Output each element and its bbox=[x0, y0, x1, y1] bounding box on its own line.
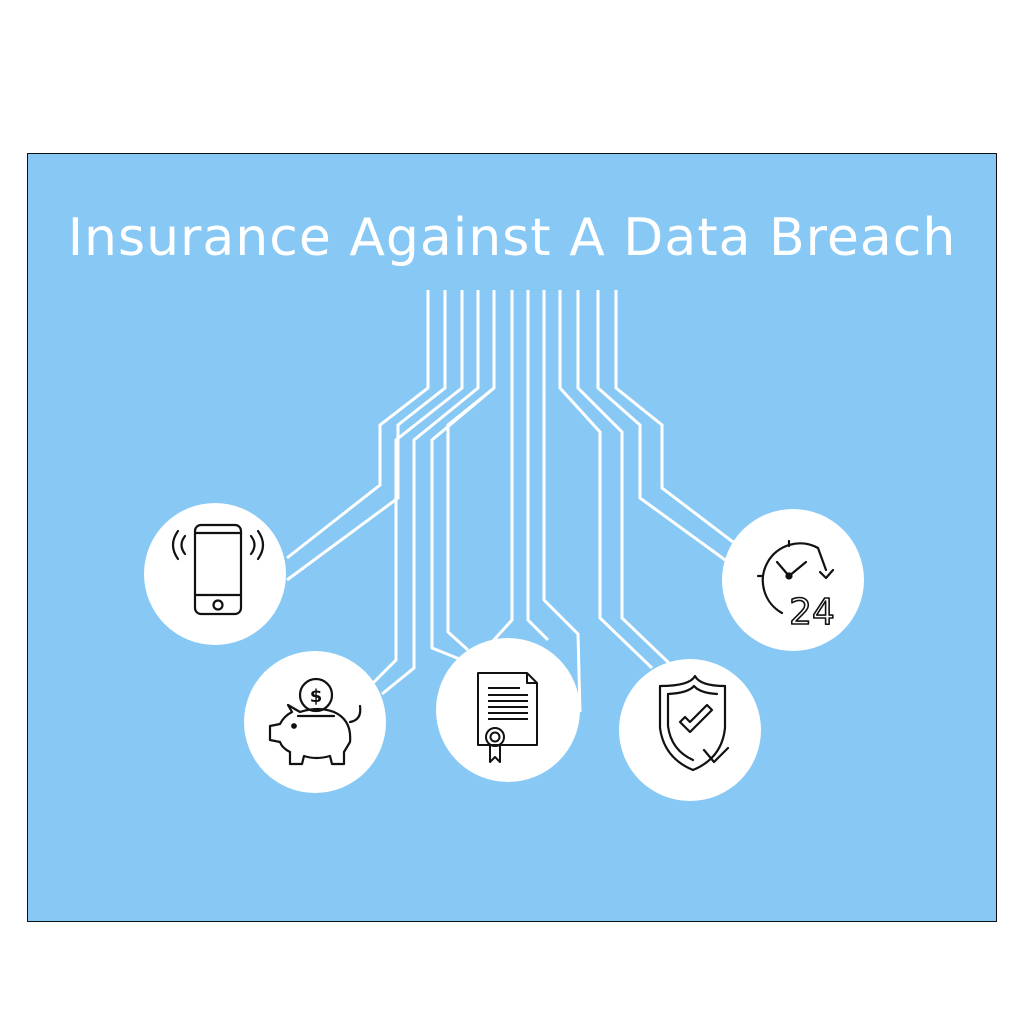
piggy-bank-node: $ bbox=[244, 651, 386, 793]
circuit-diagram: $ 24 bbox=[144, 290, 864, 801]
connector-line bbox=[614, 290, 734, 544]
node-circle bbox=[436, 638, 580, 782]
smartphone-node bbox=[144, 503, 286, 645]
svg-text:$: $ bbox=[310, 686, 323, 707]
node-circle bbox=[244, 651, 386, 793]
connector-line bbox=[576, 290, 672, 666]
connector-line bbox=[446, 386, 495, 652]
certificate-node bbox=[436, 638, 580, 782]
clock-node: 24 bbox=[722, 509, 864, 651]
shield-node bbox=[619, 659, 761, 801]
svg-text:24: 24 bbox=[789, 592, 835, 633]
connector-line bbox=[286, 290, 430, 560]
connector-line bbox=[558, 290, 654, 670]
connector-line bbox=[542, 290, 582, 713]
